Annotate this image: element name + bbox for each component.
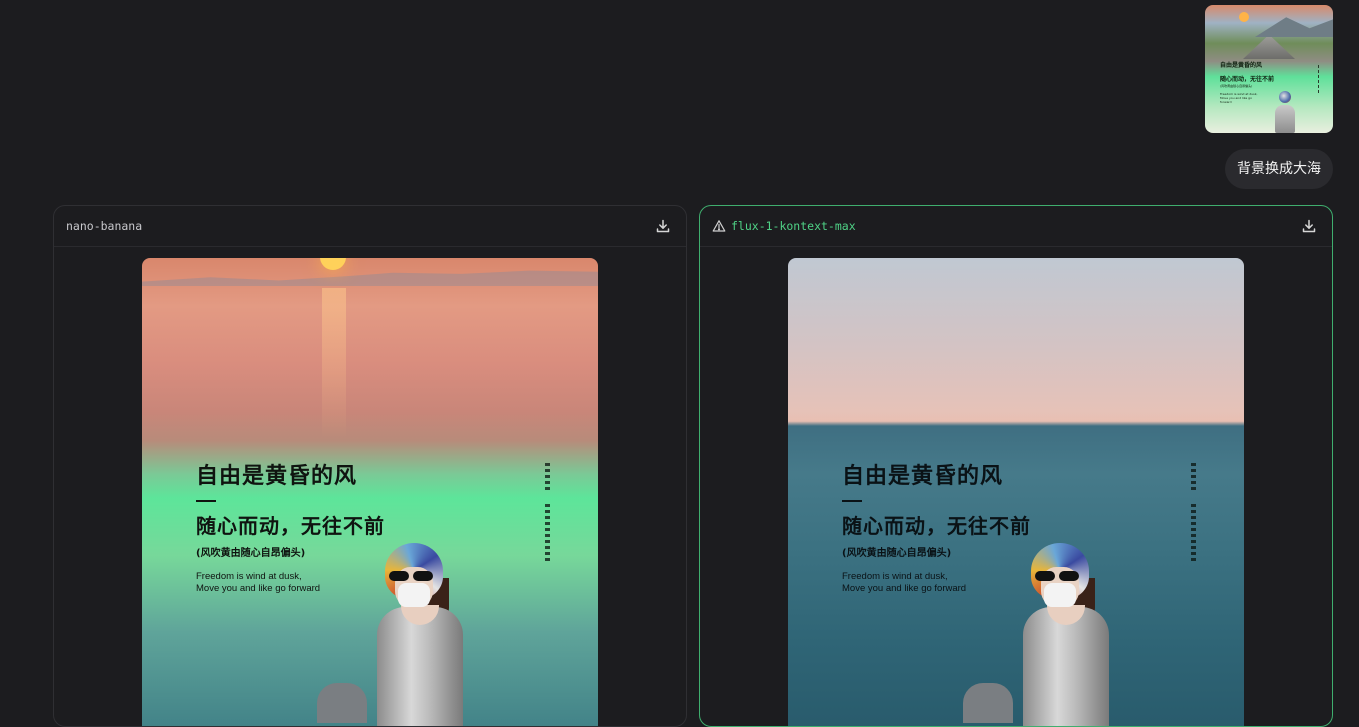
card-header: nano-banana bbox=[54, 206, 686, 247]
sunglasses bbox=[389, 571, 437, 581]
sun bbox=[320, 258, 346, 270]
model-name: nano-banana bbox=[66, 219, 143, 233]
thumb-note: (风吹黄由随心自昂偏头) bbox=[1220, 84, 1253, 88]
thumb-title: 自由是黄昏的风 bbox=[1220, 62, 1263, 69]
user-prompt-bubble: 背景换成大海 bbox=[1225, 149, 1333, 189]
poster-subtitle: 随心而动，无往不前 bbox=[196, 514, 385, 538]
sunglasses bbox=[1035, 571, 1083, 581]
result-image[interactable]: 自由是黄昏的风 随心而动，无往不前 (风吹黄由随心自昂偏头) Freedom i… bbox=[788, 258, 1244, 726]
poster-rule bbox=[196, 500, 216, 502]
thumb-side-marks bbox=[1318, 65, 1320, 93]
thumb-mountains bbox=[1255, 17, 1333, 37]
model-name: flux-1-kontext-max bbox=[731, 219, 856, 233]
warning-triangle-icon bbox=[712, 220, 726, 232]
thumb-sun bbox=[1239, 12, 1249, 22]
rider-figure bbox=[963, 543, 1133, 726]
poster-title: 自由是黄昏的风 bbox=[842, 464, 1004, 489]
thumb-road bbox=[1243, 37, 1295, 59]
thumb-subtitle: 随心而动，无往不前 bbox=[1220, 76, 1275, 83]
vertical-text-marks bbox=[545, 463, 551, 561]
vertical-text-marks bbox=[1191, 463, 1197, 561]
result-image[interactable]: 自由是黄昏的风 随心而动，无往不前 (风吹黄由随心自昂偏头) Freedom i… bbox=[142, 258, 598, 726]
user-uploaded-image[interactable]: 自由是黄昏的风 随心而动，无往不前 (风吹黄由随心自昂偏头) Freedom i… bbox=[1205, 5, 1333, 133]
face-mask bbox=[398, 583, 430, 607]
card-header: flux-1-kontext-max bbox=[700, 206, 1332, 247]
download-button[interactable] bbox=[1298, 215, 1320, 237]
download-button[interactable] bbox=[652, 215, 674, 237]
sun-reflection bbox=[322, 288, 346, 438]
result-card-nano-banana[interactable]: nano-banana 自由是黄昏的风 随心而动，无往不前 (风吹黄由随心自昂偏… bbox=[53, 205, 687, 727]
poster-rule bbox=[842, 500, 862, 502]
face-mask bbox=[1044, 583, 1076, 607]
download-icon bbox=[1302, 219, 1316, 233]
download-icon bbox=[656, 219, 670, 233]
poster-subtitle: 随心而动，无往不前 bbox=[842, 514, 1031, 538]
poster-title: 自由是黄昏的风 bbox=[196, 464, 358, 489]
thumb-english: Freedom is wind at dusk, Move you and li… bbox=[1220, 92, 1258, 104]
rider-figure bbox=[317, 543, 487, 726]
thumb-rider bbox=[1273, 91, 1297, 133]
motorcycle-tank bbox=[317, 683, 367, 723]
distant-hills bbox=[142, 270, 598, 286]
motorcycle-tank bbox=[963, 683, 1013, 723]
result-card-flux-1-kontext-max[interactable]: flux-1-kontext-max 自由是黄昏的风 随心而动，无往不前 (风吹… bbox=[699, 205, 1333, 727]
